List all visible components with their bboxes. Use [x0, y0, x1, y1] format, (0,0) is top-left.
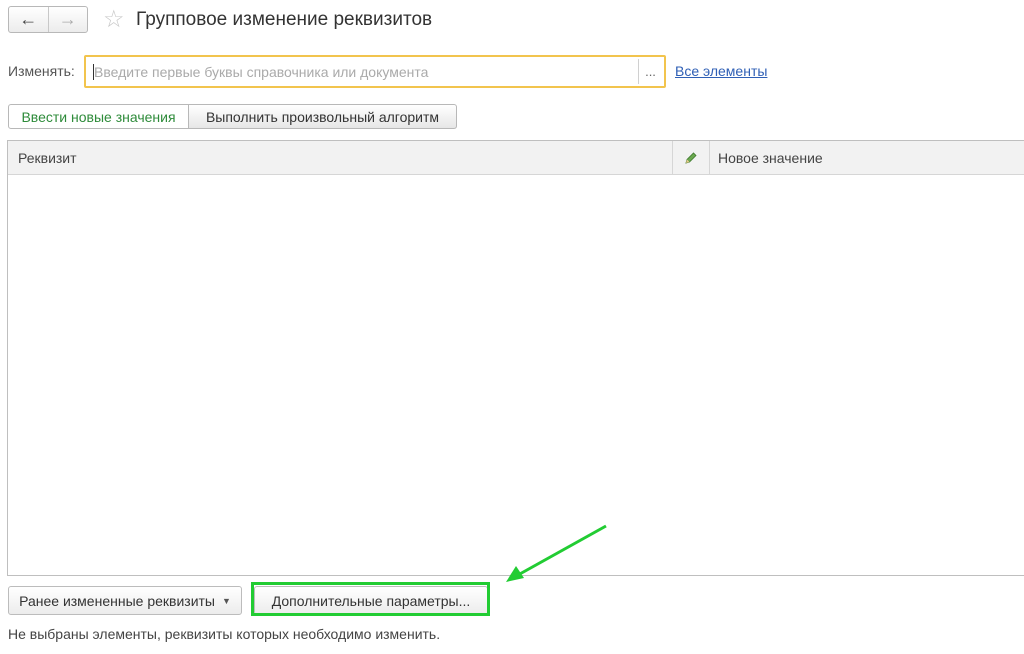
forward-arrow-icon[interactable]: → [49, 7, 88, 32]
column-header-new-value[interactable]: Новое значение [710, 141, 1024, 174]
page-title: Групповое изменение реквизитов [136, 9, 433, 30]
dropdown-caret-icon: ▼ [221, 595, 231, 606]
mode-tabs: Ввести новые значения Выполнить произвол… [8, 104, 457, 129]
change-label: Изменять: [8, 63, 75, 79]
table-header: Реквизит Новое значение [8, 141, 1024, 175]
object-type-field: ... [84, 55, 666, 88]
select-button[interactable]: ... [638, 59, 662, 84]
previous-attributes-button[interactable]: Ранее измененные реквизиты ▼ [8, 586, 242, 615]
attributes-table[interactable]: Реквизит Новое значение [7, 140, 1024, 576]
column-header-attribute[interactable]: Реквизит [8, 141, 673, 174]
tab-new-values[interactable]: Ввести новые значения [8, 104, 189, 129]
pencil-icon [685, 151, 697, 164]
navigation-buttons: ← → [8, 6, 88, 33]
object-type-input[interactable] [93, 63, 638, 80]
tab-custom-algorithm[interactable]: Выполнить произвольный алгоритм [189, 104, 457, 129]
all-elements-link[interactable]: Все элементы [675, 63, 767, 79]
star-icon[interactable]: ☆ [103, 6, 125, 34]
previous-attributes-label: Ранее измененные реквизиты [19, 592, 215, 609]
back-arrow-icon[interactable]: ← [9, 7, 49, 32]
additional-parameters-button[interactable]: Дополнительные параметры... [254, 586, 488, 615]
column-header-edit[interactable] [673, 141, 710, 174]
annotation-arrow-icon [506, 524, 607, 582]
status-message: Не выбраны элементы, реквизиты которых н… [8, 626, 441, 642]
